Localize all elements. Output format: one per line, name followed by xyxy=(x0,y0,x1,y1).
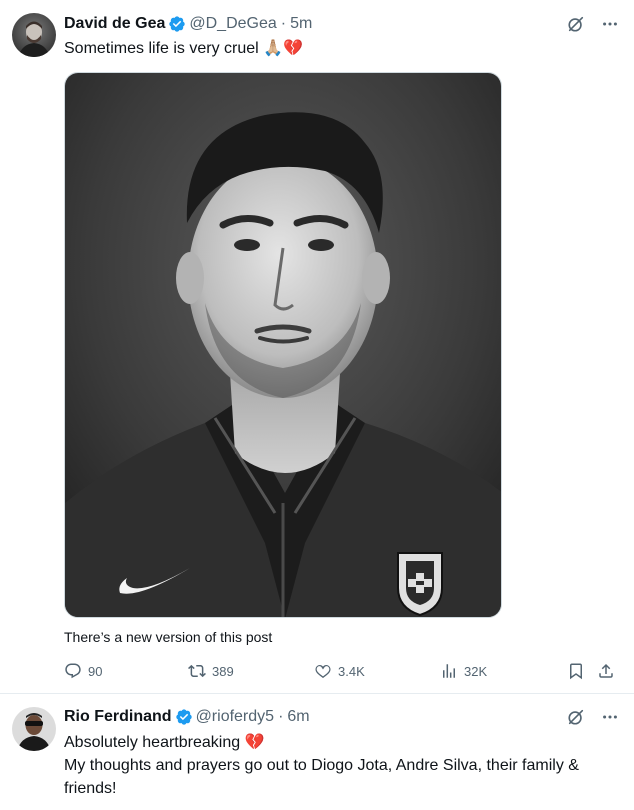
reply-button[interactable]: 90 xyxy=(64,662,102,680)
avatar-photo xyxy=(12,707,56,751)
tweet-de-gea[interactable]: David de Gea @D_DeGea · 5m Sometimes lif… xyxy=(0,0,634,694)
separator-dot: · xyxy=(278,708,284,725)
author-handle[interactable]: @D_DeGea xyxy=(189,15,276,33)
author-handle[interactable]: @rioferdy5 xyxy=(196,708,275,726)
verified-badge-icon xyxy=(175,708,193,726)
avatar[interactable] xyxy=(12,707,56,751)
timestamp[interactable]: 6m xyxy=(287,708,309,726)
avatar[interactable] xyxy=(12,13,56,57)
bookmark-button[interactable] xyxy=(567,662,585,680)
views-button[interactable]: 32K xyxy=(440,662,487,680)
player-portrait xyxy=(65,73,501,617)
more-icon[interactable] xyxy=(600,14,620,34)
reply-icon xyxy=(64,662,82,680)
like-count: 3.4K xyxy=(338,663,365,679)
bookmark-icon xyxy=(567,662,585,680)
retweet-icon xyxy=(188,662,206,680)
tweet-text: Sometimes life is very cruel 🙏🏼💔 xyxy=(64,40,304,57)
reply-count: 90 xyxy=(88,663,103,679)
tweet-text-line: Absolutely heartbreaking 💔 xyxy=(64,734,265,751)
author-name[interactable]: David de Gea xyxy=(64,15,165,33)
top-actions xyxy=(566,707,620,727)
more-icon[interactable] xyxy=(600,707,620,727)
avatar-photo xyxy=(12,13,56,57)
repost-count: 389 xyxy=(212,663,234,679)
tweet-rio-ferdinand[interactable]: Rio Ferdinand @rioferdy5 · 6m Absolutely… xyxy=(0,695,634,810)
timestamp[interactable]: 5m xyxy=(290,15,312,33)
tweet-text: Absolutely heartbreaking 💔 My thoughts a… xyxy=(64,731,614,800)
tweet-photo[interactable] xyxy=(64,72,502,618)
views-count: 32K xyxy=(464,663,488,679)
tweet-header: Rio Ferdinand @rioferdy5 · 6m xyxy=(64,706,310,728)
author-name[interactable]: Rio Ferdinand xyxy=(64,708,172,726)
separator-dot: · xyxy=(280,15,287,32)
new-version-notice[interactable]: There’s a new version of this post xyxy=(64,629,272,645)
like-button[interactable]: 3.4K xyxy=(314,662,365,680)
repost-button[interactable]: 389 xyxy=(188,662,234,680)
share-icon xyxy=(597,662,615,680)
action-bar: 90 389 3.4K 32K xyxy=(64,662,624,684)
views-icon xyxy=(440,662,458,680)
verified-badge-icon xyxy=(168,15,186,33)
top-actions xyxy=(566,14,620,34)
share-button[interactable] xyxy=(597,662,615,680)
tweet-text-line: My thoughts and prayers go out to Diogo … xyxy=(64,757,579,797)
grok-icon[interactable] xyxy=(566,14,586,34)
like-icon xyxy=(314,662,332,680)
grok-icon[interactable] xyxy=(566,707,586,727)
tweet-header: David de Gea @D_DeGea · 5m xyxy=(64,13,312,35)
